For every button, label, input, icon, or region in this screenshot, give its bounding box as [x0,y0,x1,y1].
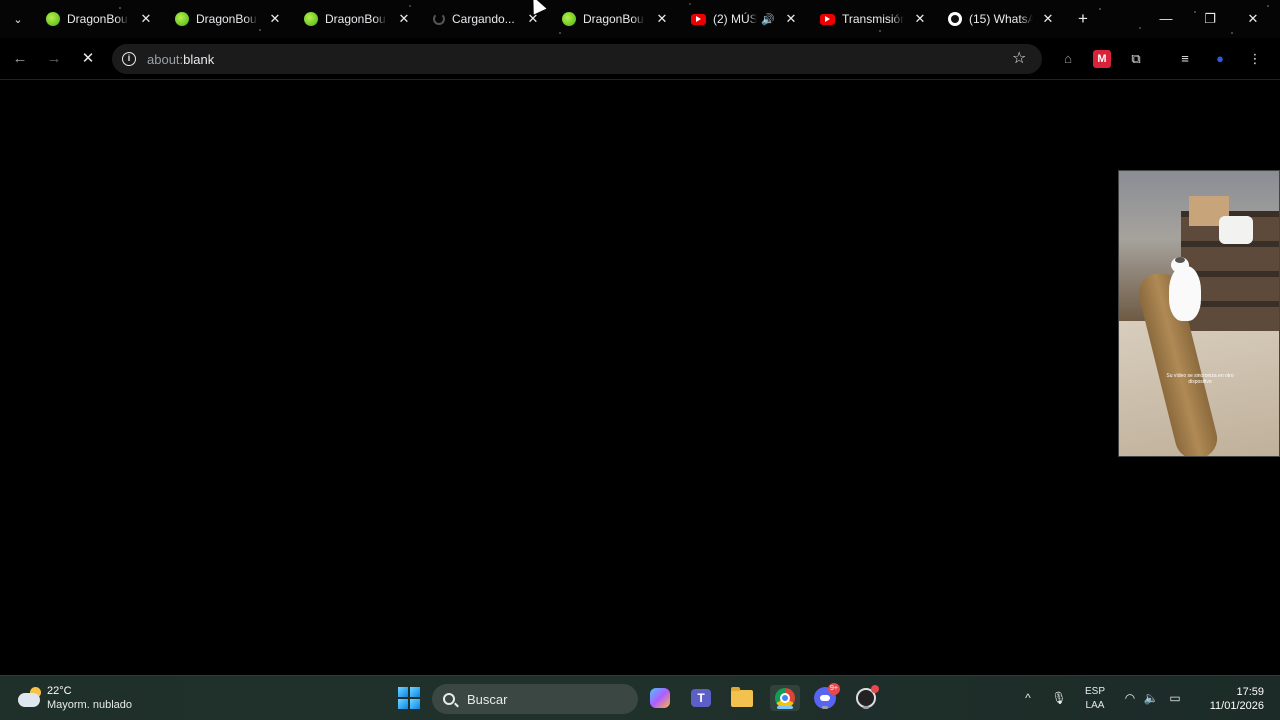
tab-youtube-transmision[interactable]: Transmisión ✕ [812,4,938,34]
discord-app-button[interactable]: 9+ [812,683,840,711]
bookmark-star-icon[interactable]: ☆ [1012,50,1026,68]
url-text[interactable]: about:blank [147,52,214,67]
weather-temperature[interactable]: 22°C [47,685,72,697]
tab-title: (2) MÚSICA [713,12,757,26]
tab-dragonbound-4[interactable]: DragonBound ✕ [554,4,680,34]
windows-logo-icon [398,687,420,709]
tab-whatsapp[interactable]: (15) WhatsApp ✕ [940,4,1066,34]
whatsapp-icon [948,12,962,26]
dragonbound-icon [562,12,576,26]
weather-condition[interactable]: Mayorm. nublado [47,699,132,711]
tab-search-button[interactable]: ⌄ [8,9,28,29]
wifi-icon[interactable]: ◠ [1121,689,1139,707]
address-bar[interactable]: i about:blank [112,44,1042,74]
extensions-puzzle-icon[interactable]: ⧉ [1127,50,1145,68]
forward-button[interactable]: → [44,49,64,69]
clock-date: 11/01/2026 [1209,700,1264,712]
new-tab-button[interactable]: + [1074,9,1092,29]
video-scene-cat-spot [1175,257,1185,263]
page-content-blank [0,81,1280,675]
tab-title: DragonBound [196,12,258,26]
system-clock[interactable]: 17:59 11/01/2026 [1192,685,1264,713]
battery-icon[interactable]: ▭ [1166,689,1184,707]
taskbar-search-box[interactable]: Buscar [432,684,638,714]
info-icon[interactable]: i [122,52,136,66]
running-indicator [822,706,828,709]
search-icon [443,693,455,705]
chevron-down-icon: ⌄ [13,13,23,26]
teams-icon: T [691,689,711,707]
dragonbound-icon [46,12,60,26]
profile-avatar[interactable]: ● [1211,50,1229,68]
volume-icon[interactable]: 🔈 [1142,689,1160,707]
tab-title: DragonBound [583,12,645,26]
running-indicator [777,706,793,709]
chrome-app-button[interactable] [770,685,800,711]
back-button[interactable]: ← [10,49,30,69]
video-scene-bag [1219,216,1253,244]
tab-strip: ⌄ DragonBound ✕ DragonBound ✕ DragonBoun… [0,0,1280,38]
microphone-icon[interactable]: 🎙 [1050,689,1068,707]
stop-loading-button[interactable]: ✕ [78,49,98,69]
extension-bookmark-icon[interactable]: ⌂ [1059,50,1077,68]
video-scene-cat [1169,266,1201,321]
tab-close-button[interactable]: ✕ [656,12,668,26]
clock-time: 17:59 [1236,686,1264,698]
file-explorer-button[interactable] [729,685,755,711]
teams-app-button[interactable]: T [688,685,714,711]
tab-title: Transmisión [842,12,904,26]
tab-title: DragonBound [67,12,129,26]
picture-in-picture-video[interactable]: Su vídeo se sincroniza en otro dispositi… [1118,170,1280,457]
youtube-icon [820,13,835,25]
windows-start-button[interactable] [396,685,422,711]
input-language-indicator[interactable]: ESP LAA [1083,685,1107,713]
minimize-button[interactable]: — [1156,9,1176,29]
maximize-button[interactable]: ❐ [1200,9,1220,29]
video-overlay-text: Su vídeo se sincroniza en otro dispositi… [1166,373,1234,385]
tab-close-button[interactable]: ✕ [914,12,926,26]
youtube-icon [691,13,706,25]
tab-close-button[interactable]: ✕ [785,12,797,26]
obs-app-button[interactable] [853,685,879,711]
tab-close-button[interactable]: ✕ [269,12,281,26]
extension-red-icon[interactable]: M [1093,50,1111,68]
notification-badge: 9+ [828,683,840,695]
url-scheme: about: [147,51,184,67]
tab-dragonbound-1[interactable]: DragonBound ✕ [38,4,164,34]
show-hidden-icons-chevron-icon[interactable]: ^ [1019,689,1037,707]
dragonbound-icon [175,12,189,26]
recording-dot-icon [871,685,879,693]
running-indicator [863,706,869,709]
tab-youtube-music[interactable]: (2) MÚSICA 🔊 ✕ [683,4,809,34]
speaker-icon[interactable]: 🔊 [761,13,775,26]
tab-title: Cargando... [452,12,515,26]
keyboard-layout: LAA [1085,700,1105,711]
tab-title: (15) WhatsApp [969,12,1033,26]
media-controls-icon[interactable]: ≡ [1176,50,1194,68]
loading-spinner-icon [433,13,445,25]
tab-close-button[interactable]: ✕ [1042,12,1054,26]
tab-title: DragonBound [325,12,387,26]
dragonbound-icon [304,12,318,26]
tab-close-button[interactable]: ✕ [140,12,152,26]
url-host: blank [183,51,215,67]
search-placeholder: Buscar [467,691,508,707]
copilot-icon [650,688,670,708]
folder-icon [731,686,753,707]
tab-dragonbound-3[interactable]: DragonBound ✕ [296,4,422,34]
window-close-button[interactable]: ✕ [1243,9,1263,29]
weather-cloud-sun-icon[interactable] [18,687,42,709]
language-code: ESP [1084,686,1105,697]
obs-icon [856,685,879,708]
windows-taskbar: 22°C Mayorm. nublado Buscar T 9+ ^ 🎙 ESP… [0,675,1280,720]
tab-close-button[interactable]: ✕ [398,12,410,26]
tab-dragonbound-2[interactable]: DragonBound ✕ [167,4,293,34]
copilot-app-button[interactable] [647,685,673,711]
menu-kebab-icon[interactable]: ⋮ [1246,50,1264,68]
chrome-icon [775,688,795,708]
